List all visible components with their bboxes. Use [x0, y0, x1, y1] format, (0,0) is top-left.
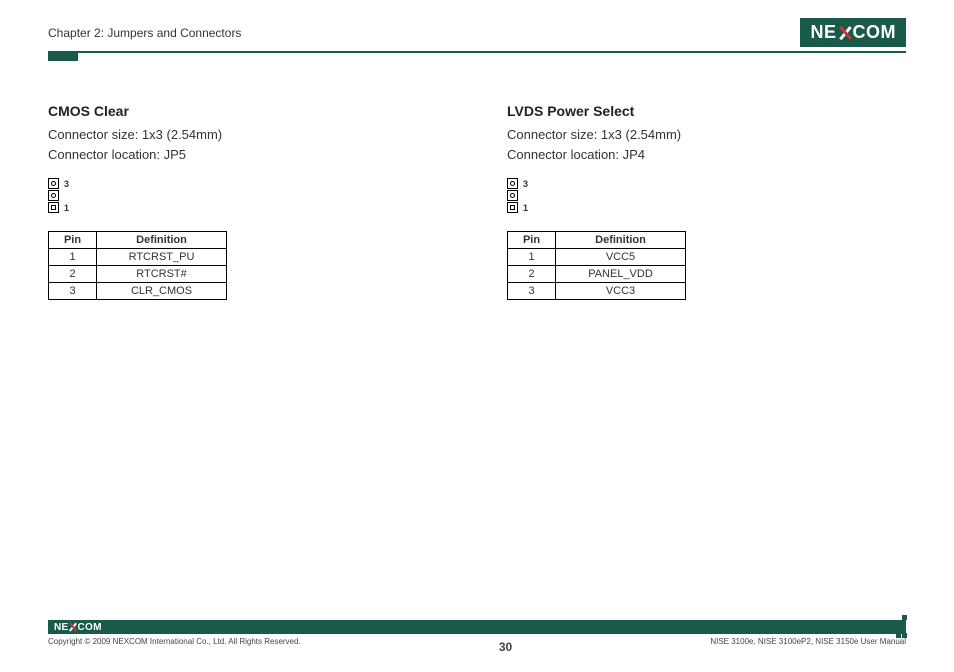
jumper-pin-1: 1: [507, 202, 518, 213]
nexcom-logo: NE COM: [800, 18, 906, 47]
cell-def: RTCRST_PU: [97, 249, 227, 266]
table-row: 3 CLR_CMOS: [49, 283, 227, 300]
pin-square-icon: [51, 205, 56, 210]
cell-def: PANEL_VDD: [556, 266, 686, 283]
pin-circle-icon: [51, 193, 56, 198]
connector-location: Connector location: JP5: [48, 145, 447, 165]
pin-label-3: 3: [523, 179, 528, 189]
pin-label-1: 1: [523, 203, 528, 213]
section-title: CMOS Clear: [48, 103, 447, 119]
header-definition: Definition: [556, 232, 686, 249]
pin-circle-icon: [51, 181, 56, 186]
chapter-title: Chapter 2: Jumpers and Connectors: [48, 26, 241, 40]
connector-location: Connector location: JP4: [507, 145, 906, 165]
cell-pin: 2: [49, 266, 97, 283]
header-pin: Pin: [49, 232, 97, 249]
cell-def: RTCRST#: [97, 266, 227, 283]
logo-x-icon: [69, 623, 77, 631]
pin-definition-table: Pin Definition 1 VCC5 2 PANEL_VDD 3 VCC3: [507, 231, 686, 300]
pin-square-icon: [510, 205, 515, 210]
table-row: 2 PANEL_VDD: [508, 266, 686, 283]
pin-definition-table: Pin Definition 1 RTCRST_PU 2 RTCRST# 3 C…: [48, 231, 227, 300]
table-row: 1 RTCRST_PU: [49, 249, 227, 266]
section-lvds-power-select: LVDS Power Select Connector size: 1x3 (2…: [507, 103, 906, 300]
jumper-pin-2: [507, 190, 518, 201]
footer-nexcom-logo: NE COM: [54, 622, 102, 633]
table-header-row: Pin Definition: [49, 232, 227, 249]
cell-pin: 2: [508, 266, 556, 283]
page-footer: NE COM Copyright © 2009 NEXCOM Internati…: [48, 620, 906, 654]
cell-def: VCC3: [556, 283, 686, 300]
connector-size: Connector size: 1x3 (2.54mm): [507, 125, 906, 145]
header-pin: Pin: [508, 232, 556, 249]
pin-circle-icon: [510, 181, 515, 186]
pin-circle-icon: [510, 193, 515, 198]
jumper-diagram: 3 1: [507, 178, 533, 213]
table-row: 3 VCC3: [508, 283, 686, 300]
cell-pin: 1: [49, 249, 97, 266]
jumper-pin-1: 1: [48, 202, 59, 213]
section-title: LVDS Power Select: [507, 103, 906, 119]
cell-pin: 1: [508, 249, 556, 266]
footer-bar: NE COM: [48, 620, 906, 634]
logo-text-right: COM: [853, 22, 897, 43]
logo-text-left: NE: [810, 22, 836, 43]
cell-def: VCC5: [556, 249, 686, 266]
content-columns: CMOS Clear Connector size: 1x3 (2.54mm) …: [48, 103, 906, 300]
copyright-text: Copyright © 2009 NEXCOM International Co…: [48, 637, 301, 654]
jumper-pin-3: 3: [507, 178, 518, 189]
cell-pin: 3: [49, 283, 97, 300]
pin-label-1: 1: [64, 203, 69, 213]
jumper-pin-3: 3: [48, 178, 59, 189]
section-cmos-clear: CMOS Clear Connector size: 1x3 (2.54mm) …: [48, 103, 447, 300]
footer-squares-icon: [896, 615, 907, 638]
page-header: Chapter 2: Jumpers and Connectors NE COM: [48, 18, 906, 53]
logo-text-right: COM: [78, 622, 102, 633]
header-definition: Definition: [97, 232, 227, 249]
cell-def: CLR_CMOS: [97, 283, 227, 300]
connector-size: Connector size: 1x3 (2.54mm): [48, 125, 447, 145]
footer-text-row: Copyright © 2009 NEXCOM International Co…: [48, 637, 906, 654]
table-row: 2 RTCRST#: [49, 266, 227, 283]
jumper-pin-2: [48, 190, 59, 201]
logo-x-icon: [838, 26, 852, 40]
table-row: 1 VCC5: [508, 249, 686, 266]
manual-name: NISE 3100e, NISE 3100eP2, NISE 3150e Use…: [710, 637, 906, 654]
pin-label-3: 3: [64, 179, 69, 189]
tab-accent: [48, 53, 78, 61]
page-number: 30: [499, 640, 512, 654]
logo-text-left: NE: [54, 622, 69, 633]
jumper-diagram: 3 1: [48, 178, 74, 213]
table-header-row: Pin Definition: [508, 232, 686, 249]
cell-pin: 3: [508, 283, 556, 300]
